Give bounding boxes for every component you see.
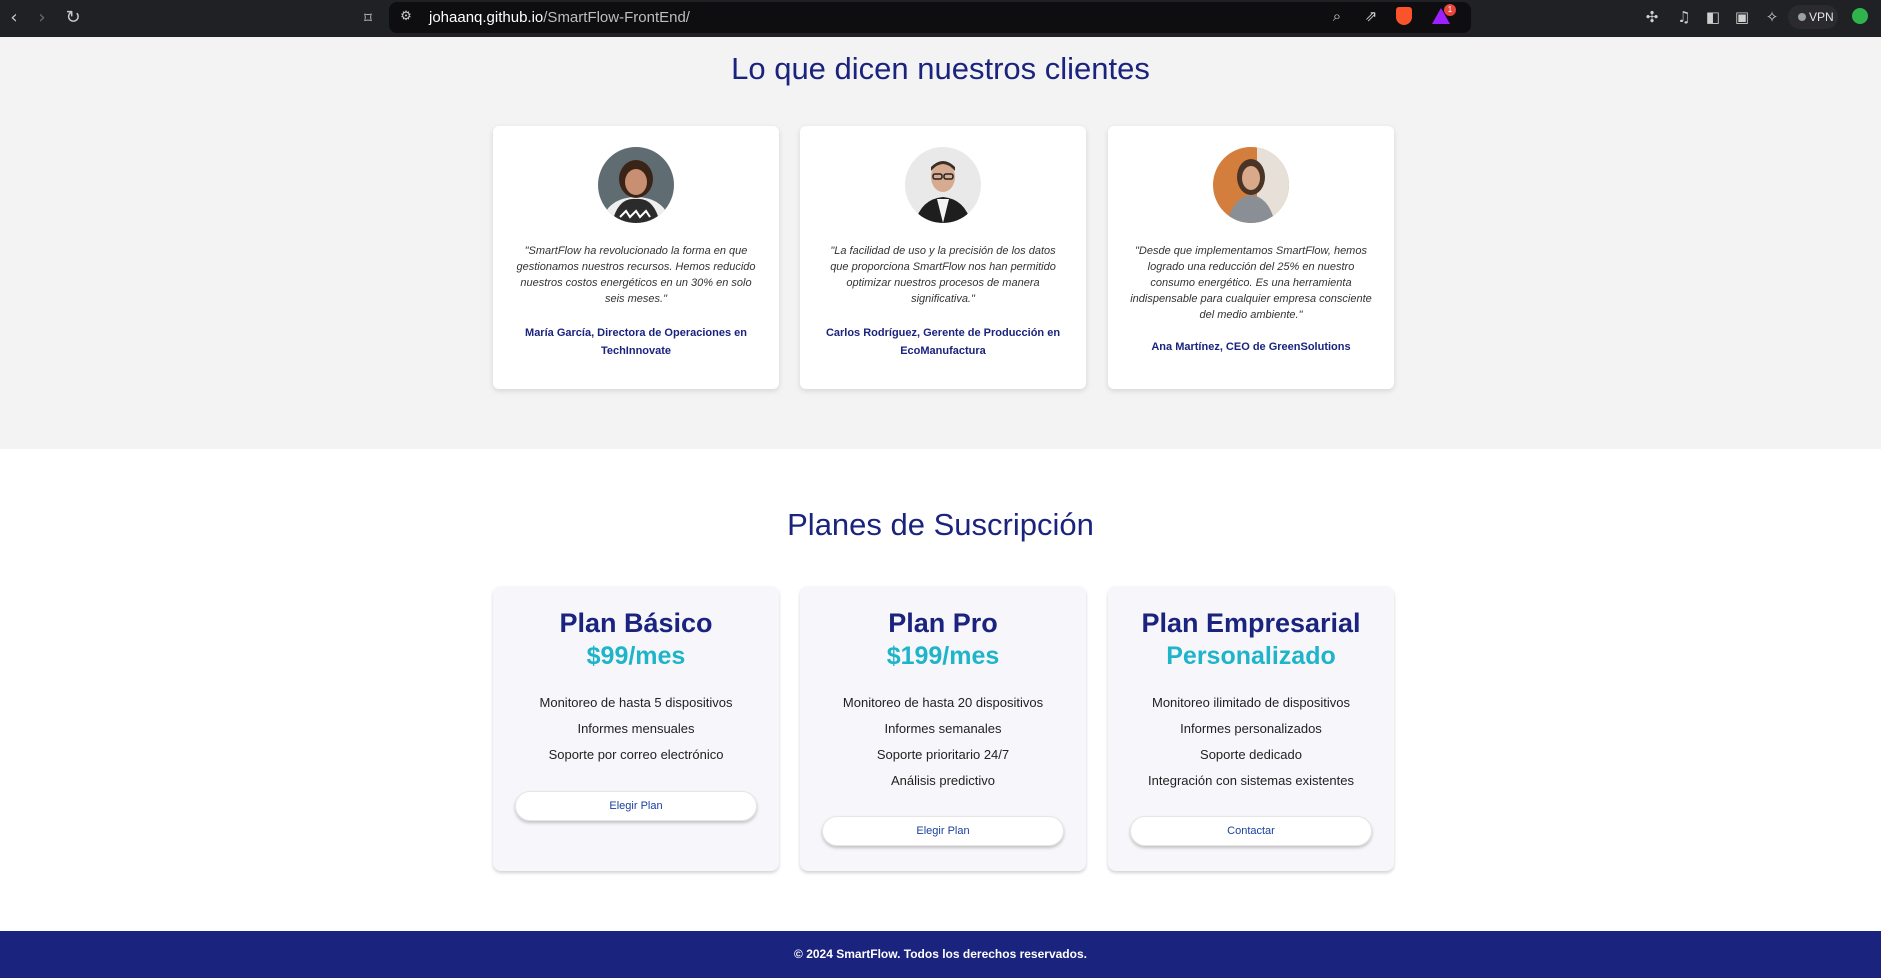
testimonial-author: Ana Martínez, CEO de GreenSolutions (1151, 341, 1351, 353)
plan-price: $99/mes (586, 642, 686, 670)
footer: © 2024 SmartFlow. Todos los derechos res… (0, 931, 1881, 978)
plan-feature: Monitoreo de hasta 5 dispositivos (539, 695, 733, 710)
plan-feature: Soporte por correo electrónico (548, 747, 724, 762)
plan-features: Monitoreo de hasta 5 dispositivos Inform… (493, 690, 779, 768)
plan-feature: Informes personalizados (1180, 721, 1322, 736)
media-icon[interactable]: ♫ (1673, 6, 1695, 28)
sidebar-icon[interactable]: ◧ (1702, 6, 1724, 28)
forward-icon[interactable]: › (30, 6, 54, 30)
url-domain: johaanq.github.io (429, 9, 544, 26)
plan-price: Personalizado (1166, 642, 1336, 670)
plan-name: Plan Pro (888, 608, 998, 638)
plan-feature: Monitoreo ilimitado de dispositivos (1152, 695, 1350, 710)
avatar (1213, 147, 1289, 223)
copyright-text: © 2024 SmartFlow. Todos los derechos res… (794, 947, 1087, 961)
url-text[interactable]: johaanq.github.io/SmartFlow-FrontEnd/ (429, 9, 690, 26)
plans-section: Planes de Suscripción Plan Básico $99/me… (0, 449, 1881, 931)
wallet-icon[interactable]: ▣ (1731, 6, 1753, 28)
plan-feature: Integración con sistemas existentes (1148, 773, 1354, 788)
plan-feature: Análisis predictivo (890, 773, 996, 788)
back-icon[interactable]: ‹ (2, 6, 26, 30)
contact-button[interactable]: Contactar (1130, 816, 1372, 846)
choose-plan-button[interactable]: Elegir Plan (515, 791, 757, 821)
plans-title: Planes de Suscripción (787, 507, 1094, 542)
plan-feature: Informes semanales (884, 721, 1002, 736)
url-path: /SmartFlow-FrontEnd/ (543, 9, 690, 26)
plan-card-empresarial: Plan Empresarial Personalizado Monitoreo… (1108, 586, 1394, 871)
plan-feature: Soporte dedicado (1200, 747, 1302, 762)
testimonials-section: Lo que dicen nuestros clientes "SmartFlo… (0, 37, 1881, 449)
testimonial-author: María García, Directora de Operaciones e… (525, 327, 747, 357)
share-icon[interactable]: ⇗ (1361, 6, 1381, 26)
brave-shields-icon[interactable] (1396, 7, 1412, 25)
testimonial-quote: "La facilidad de uso y la precisión de l… (830, 245, 1056, 305)
plan-feature: Informes mensuales (577, 721, 695, 736)
vpn-button[interactable]: VPN (1788, 5, 1838, 29)
plan-card-basico: Plan Básico $99/mes Monitoreo de hasta 5… (493, 586, 779, 871)
reload-icon[interactable]: ↻ (61, 6, 85, 30)
extensions-icon[interactable]: ✣ (1641, 6, 1663, 28)
plan-feature: Soporte prioritario 24/7 (876, 747, 1010, 762)
testimonials-title: Lo que dicen nuestros clientes (731, 51, 1150, 86)
profile-icon[interactable] (1852, 8, 1868, 24)
address-bar[interactable]: ⚙ johaanq.github.io/SmartFlow-FrontEnd/ (389, 2, 1471, 33)
avatar (598, 147, 674, 223)
vpn-label: VPN (1809, 10, 1834, 24)
bookmark-icon[interactable]: ⌑ (356, 6, 380, 30)
choose-plan-button[interactable]: Elegir Plan (822, 816, 1064, 846)
plan-name: Plan Básico (559, 608, 713, 638)
testimonial-card: "La facilidad de uso y la precisión de l… (800, 126, 1086, 389)
testimonial-card: "SmartFlow ha revolucionado la forma en … (493, 126, 779, 389)
plan-card-pro: Plan Pro $199/mes Monitoreo de hasta 20 … (800, 586, 1086, 871)
testimonial-quote: "Desde que implementamos SmartFlow, hemo… (1130, 245, 1372, 321)
testimonial-quote: "SmartFlow ha revolucionado la forma en … (516, 245, 756, 305)
testimonial-card: "Desde que implementamos SmartFlow, hemo… (1108, 126, 1394, 389)
plan-features: Monitoreo de hasta 20 dispositivos Infor… (800, 690, 1086, 794)
browser-toolbar: ‹ › ↻ ⌑ ⚙ johaanq.github.io/SmartFlow-Fr… (0, 0, 1881, 37)
plan-price: $199/mes (886, 642, 1000, 670)
plan-name: Plan Empresarial (1141, 608, 1361, 638)
plan-features: Monitoreo ilimitado de dispositivos Info… (1108, 690, 1394, 794)
leo-ai-icon[interactable]: ✧ (1761, 6, 1783, 28)
plan-feature: Monitoreo de hasta 20 dispositivos (842, 695, 1044, 710)
avatar (905, 147, 981, 223)
notification-badge: 1 (1444, 4, 1456, 16)
testimonial-author: Carlos Rodríguez, Gerente de Producción … (825, 327, 1061, 357)
zoom-icon[interactable]: ⌕ (1327, 6, 1347, 26)
vpn-status-icon (1798, 13, 1806, 21)
site-settings-icon[interactable]: ⚙ (397, 8, 415, 26)
